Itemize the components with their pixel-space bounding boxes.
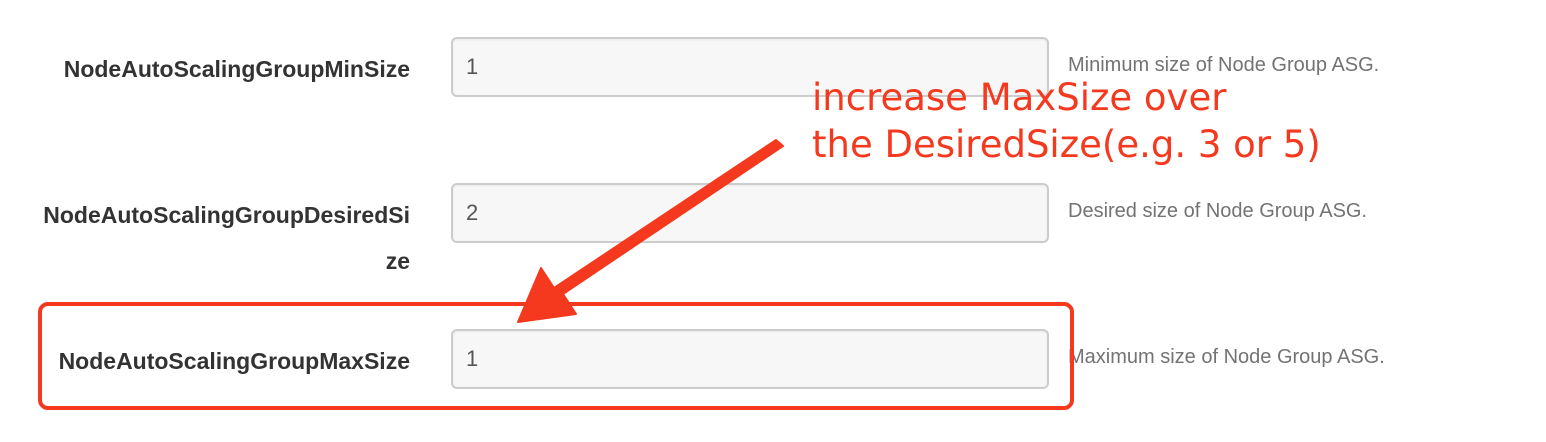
param-help-max-size: Maximum size of Node Group ASG. (1068, 346, 1385, 368)
param-label-desired-size: NodeAutoScalingGroupDesiredSize (43, 202, 410, 274)
max-size-input[interactable] (451, 329, 1049, 389)
annotation-line-2: the DesiredSize(e.g. 3 or 5) (812, 123, 1321, 166)
annotation-line-1: increase MaxSize over (812, 76, 1227, 119)
desired-size-input[interactable] (451, 183, 1049, 243)
annotation-note: increase MaxSize over the DesiredSize(e.… (812, 74, 1321, 168)
param-label-min-size: NodeAutoScalingGroupMinSize (63, 56, 410, 82)
param-help-desired-size: Desired size of Node Group ASG. (1068, 200, 1368, 222)
param-label-max-size: NodeAutoScalingGroupMaxSize (58, 348, 410, 374)
